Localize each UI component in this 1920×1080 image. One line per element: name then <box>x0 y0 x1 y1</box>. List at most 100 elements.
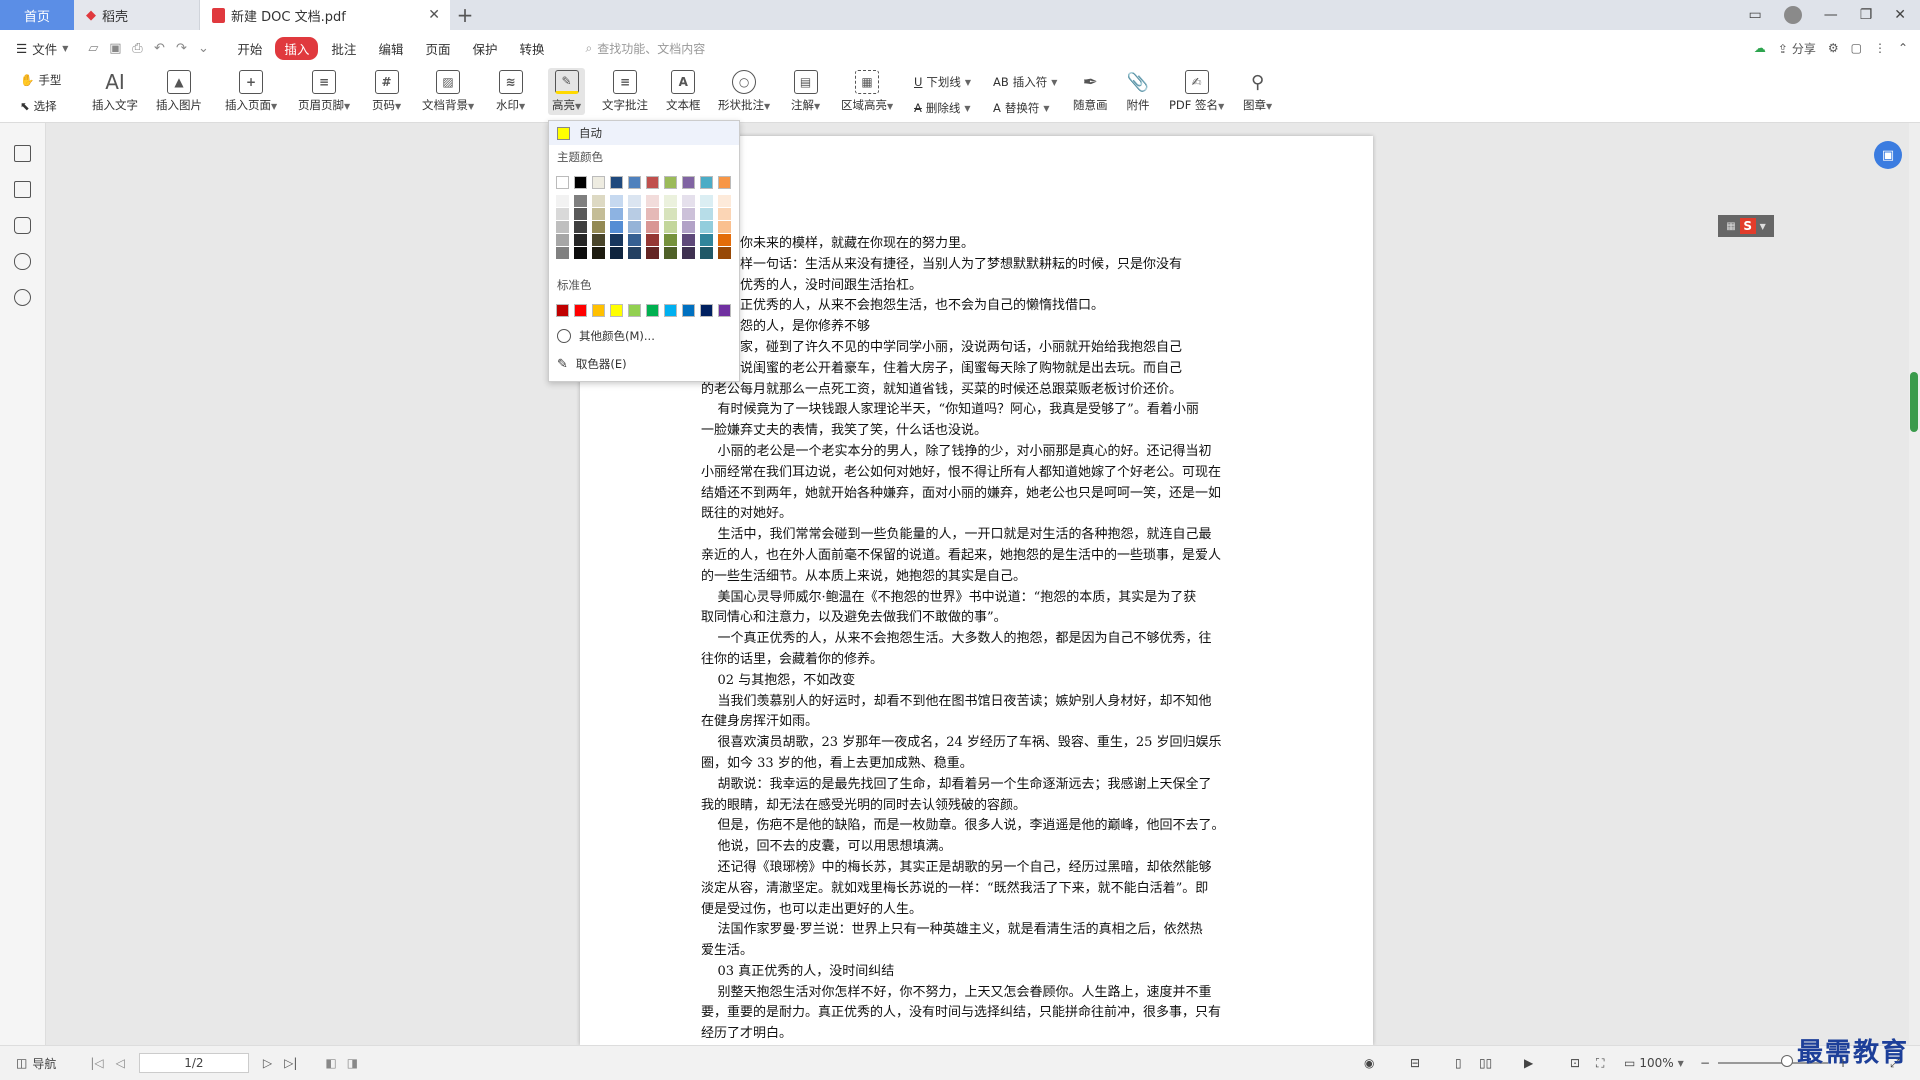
shade-color-swatch[interactable] <box>556 234 569 246</box>
shade-color-swatch[interactable] <box>700 247 713 259</box>
theme-color-swatch[interactable] <box>610 176 623 189</box>
first-page-icon[interactable]: |◁ <box>90 1056 103 1070</box>
shade-color-swatch[interactable] <box>628 208 641 220</box>
select-tool[interactable]: ⬉ 选择 <box>20 98 57 114</box>
shade-color-swatch[interactable] <box>682 247 695 259</box>
shade-color-swatch[interactable] <box>682 234 695 246</box>
fit-page-icon[interactable]: ⛶ <box>1596 1056 1604 1071</box>
zoom-slider-thumb[interactable] <box>1781 1055 1793 1067</box>
play-icon[interactable]: ▶ <box>1524 1056 1533 1070</box>
theme-color-swatch[interactable] <box>628 176 641 189</box>
menu-start[interactable]: 开始 <box>228 36 271 61</box>
shade-color-swatch[interactable] <box>628 195 641 207</box>
stamp-button[interactable]: ⚲ 图章▼ <box>1243 70 1272 113</box>
shade-color-swatch[interactable] <box>628 234 641 246</box>
close-window-icon[interactable]: ✕ <box>1894 7 1906 23</box>
undo-icon[interactable]: ↶ <box>148 41 170 56</box>
theme-color-swatch[interactable] <box>574 176 587 189</box>
shade-color-swatch[interactable] <box>592 208 605 220</box>
standard-color-swatch[interactable] <box>592 304 605 317</box>
shade-color-swatch[interactable] <box>664 208 677 220</box>
close-tab-icon[interactable]: ✕ <box>428 7 440 23</box>
shade-color-swatch[interactable] <box>556 195 569 207</box>
shade-color-swatch[interactable] <box>556 221 569 233</box>
redo-icon[interactable]: ↷ <box>170 41 192 56</box>
hand-tool[interactable]: ✋ 手型 <box>20 72 61 88</box>
insert-image-button[interactable]: ▲ 插入图片 <box>156 70 202 113</box>
vertical-scrollbar[interactable] <box>1909 123 1920 1045</box>
signature-panel-icon[interactable] <box>14 289 31 306</box>
avatar[interactable] <box>1783 6 1802 24</box>
page-number-button[interactable]: # 页码▼ <box>372 70 401 113</box>
thumbnail-icon[interactable] <box>14 181 31 198</box>
menu-convert[interactable]: 转换 <box>510 36 553 61</box>
menu-protect[interactable]: 保护 <box>463 36 506 61</box>
shade-color-swatch[interactable] <box>592 247 605 259</box>
shade-color-swatch[interactable] <box>718 247 731 259</box>
shade-color-swatch[interactable] <box>718 208 731 220</box>
shade-color-swatch[interactable] <box>682 208 695 220</box>
shade-color-swatch[interactable] <box>610 208 623 220</box>
open-folder-icon[interactable]: ▱ <box>82 41 104 56</box>
shade-color-swatch[interactable] <box>574 234 587 246</box>
insert-symbol-button[interactable]: AB 插入符 ▼ <box>993 74 1057 90</box>
doc-background-button[interactable]: ▨ 文档背景▼ <box>422 70 474 113</box>
minimize-icon[interactable]: — <box>1824 7 1838 23</box>
replace-symbol-button[interactable]: A 替换符 ▼ <box>993 100 1050 116</box>
rotate-left-icon[interactable]: ◧ <box>325 1056 336 1070</box>
shade-color-swatch[interactable] <box>556 208 569 220</box>
floating-tool-button[interactable]: ▣ <box>1874 141 1902 169</box>
input-method-widget[interactable]: ▦ S ▼ <box>1718 215 1774 237</box>
shade-color-swatch[interactable] <box>682 195 695 207</box>
shade-color-swatch[interactable] <box>610 234 623 246</box>
shade-color-swatch[interactable] <box>574 208 587 220</box>
prev-page-icon[interactable]: ◁ <box>116 1056 125 1070</box>
shade-color-swatch[interactable] <box>700 234 713 246</box>
theme-color-swatch[interactable] <box>718 176 731 189</box>
shade-color-swatch[interactable] <box>700 208 713 220</box>
theme-color-swatch[interactable] <box>556 176 569 189</box>
more-icon[interactable]: ⋮ <box>1874 41 1886 55</box>
shade-color-swatch[interactable] <box>646 208 659 220</box>
shade-color-swatch[interactable] <box>664 234 677 246</box>
shade-color-swatch[interactable] <box>718 195 731 207</box>
shade-color-swatch[interactable] <box>610 247 623 259</box>
scrollbar-thumb[interactable] <box>1910 372 1918 432</box>
rotate-right-icon[interactable]: ◨ <box>347 1056 358 1070</box>
shade-color-swatch[interactable] <box>646 247 659 259</box>
shade-color-swatch[interactable] <box>718 234 731 246</box>
menu-insert[interactable]: 插入 <box>275 36 319 60</box>
menu-edit[interactable]: 编辑 <box>369 36 412 61</box>
strikethrough-button[interactable]: A 删除线 ▼ <box>914 100 971 116</box>
fit-width-icon[interactable]: ⊟ <box>1410 1056 1420 1070</box>
shade-color-swatch[interactable] <box>592 195 605 207</box>
text-annotation-button[interactable]: ≡ 文字批注 <box>602 70 648 113</box>
shade-color-swatch[interactable] <box>700 195 713 207</box>
restore-icon[interactable]: ❐ <box>1860 7 1873 23</box>
new-tab-button[interactable]: + <box>450 0 480 30</box>
share-button[interactable]: ⇪ 分享 <box>1778 40 1816 57</box>
nav-toggle[interactable]: ◫ 导航 <box>16 1055 56 1072</box>
area-highlight-button[interactable]: ▦ 区域高亮▼ <box>841 70 893 113</box>
zoom-dropdown[interactable]: ▭ 100% ▼ <box>1624 1056 1684 1070</box>
header-footer-button[interactable]: ≡ 页眉页脚▼ <box>298 70 350 113</box>
shade-color-swatch[interactable] <box>574 195 587 207</box>
shade-color-swatch[interactable] <box>556 247 569 259</box>
menu-annotate[interactable]: 批注 <box>322 36 365 61</box>
shade-color-swatch[interactable] <box>592 234 605 246</box>
menu-page[interactable]: 页面 <box>416 36 459 61</box>
shade-color-swatch[interactable] <box>646 234 659 246</box>
standard-color-swatch[interactable] <box>556 304 569 317</box>
note-button[interactable]: ▤ 注解▼ <box>791 70 820 113</box>
theme-color-swatch[interactable] <box>592 176 605 189</box>
next-page-icon[interactable]: ▷ <box>263 1056 272 1070</box>
text-box-button[interactable]: A 文本框 <box>666 70 701 113</box>
pdf-sign-button[interactable]: ✍ PDF 签名▼ <box>1169 70 1224 113</box>
single-page-icon[interactable]: ▯ <box>1455 1056 1462 1070</box>
theme-color-swatch[interactable] <box>700 176 713 189</box>
theme-color-swatch[interactable] <box>646 176 659 189</box>
shade-color-swatch[interactable] <box>664 195 677 207</box>
tab-daoke[interactable]: ◆ 稻壳 <box>74 0 200 30</box>
standard-color-swatch[interactable] <box>574 304 587 317</box>
more-dropdown-icon[interactable]: ⌄ <box>192 41 214 56</box>
